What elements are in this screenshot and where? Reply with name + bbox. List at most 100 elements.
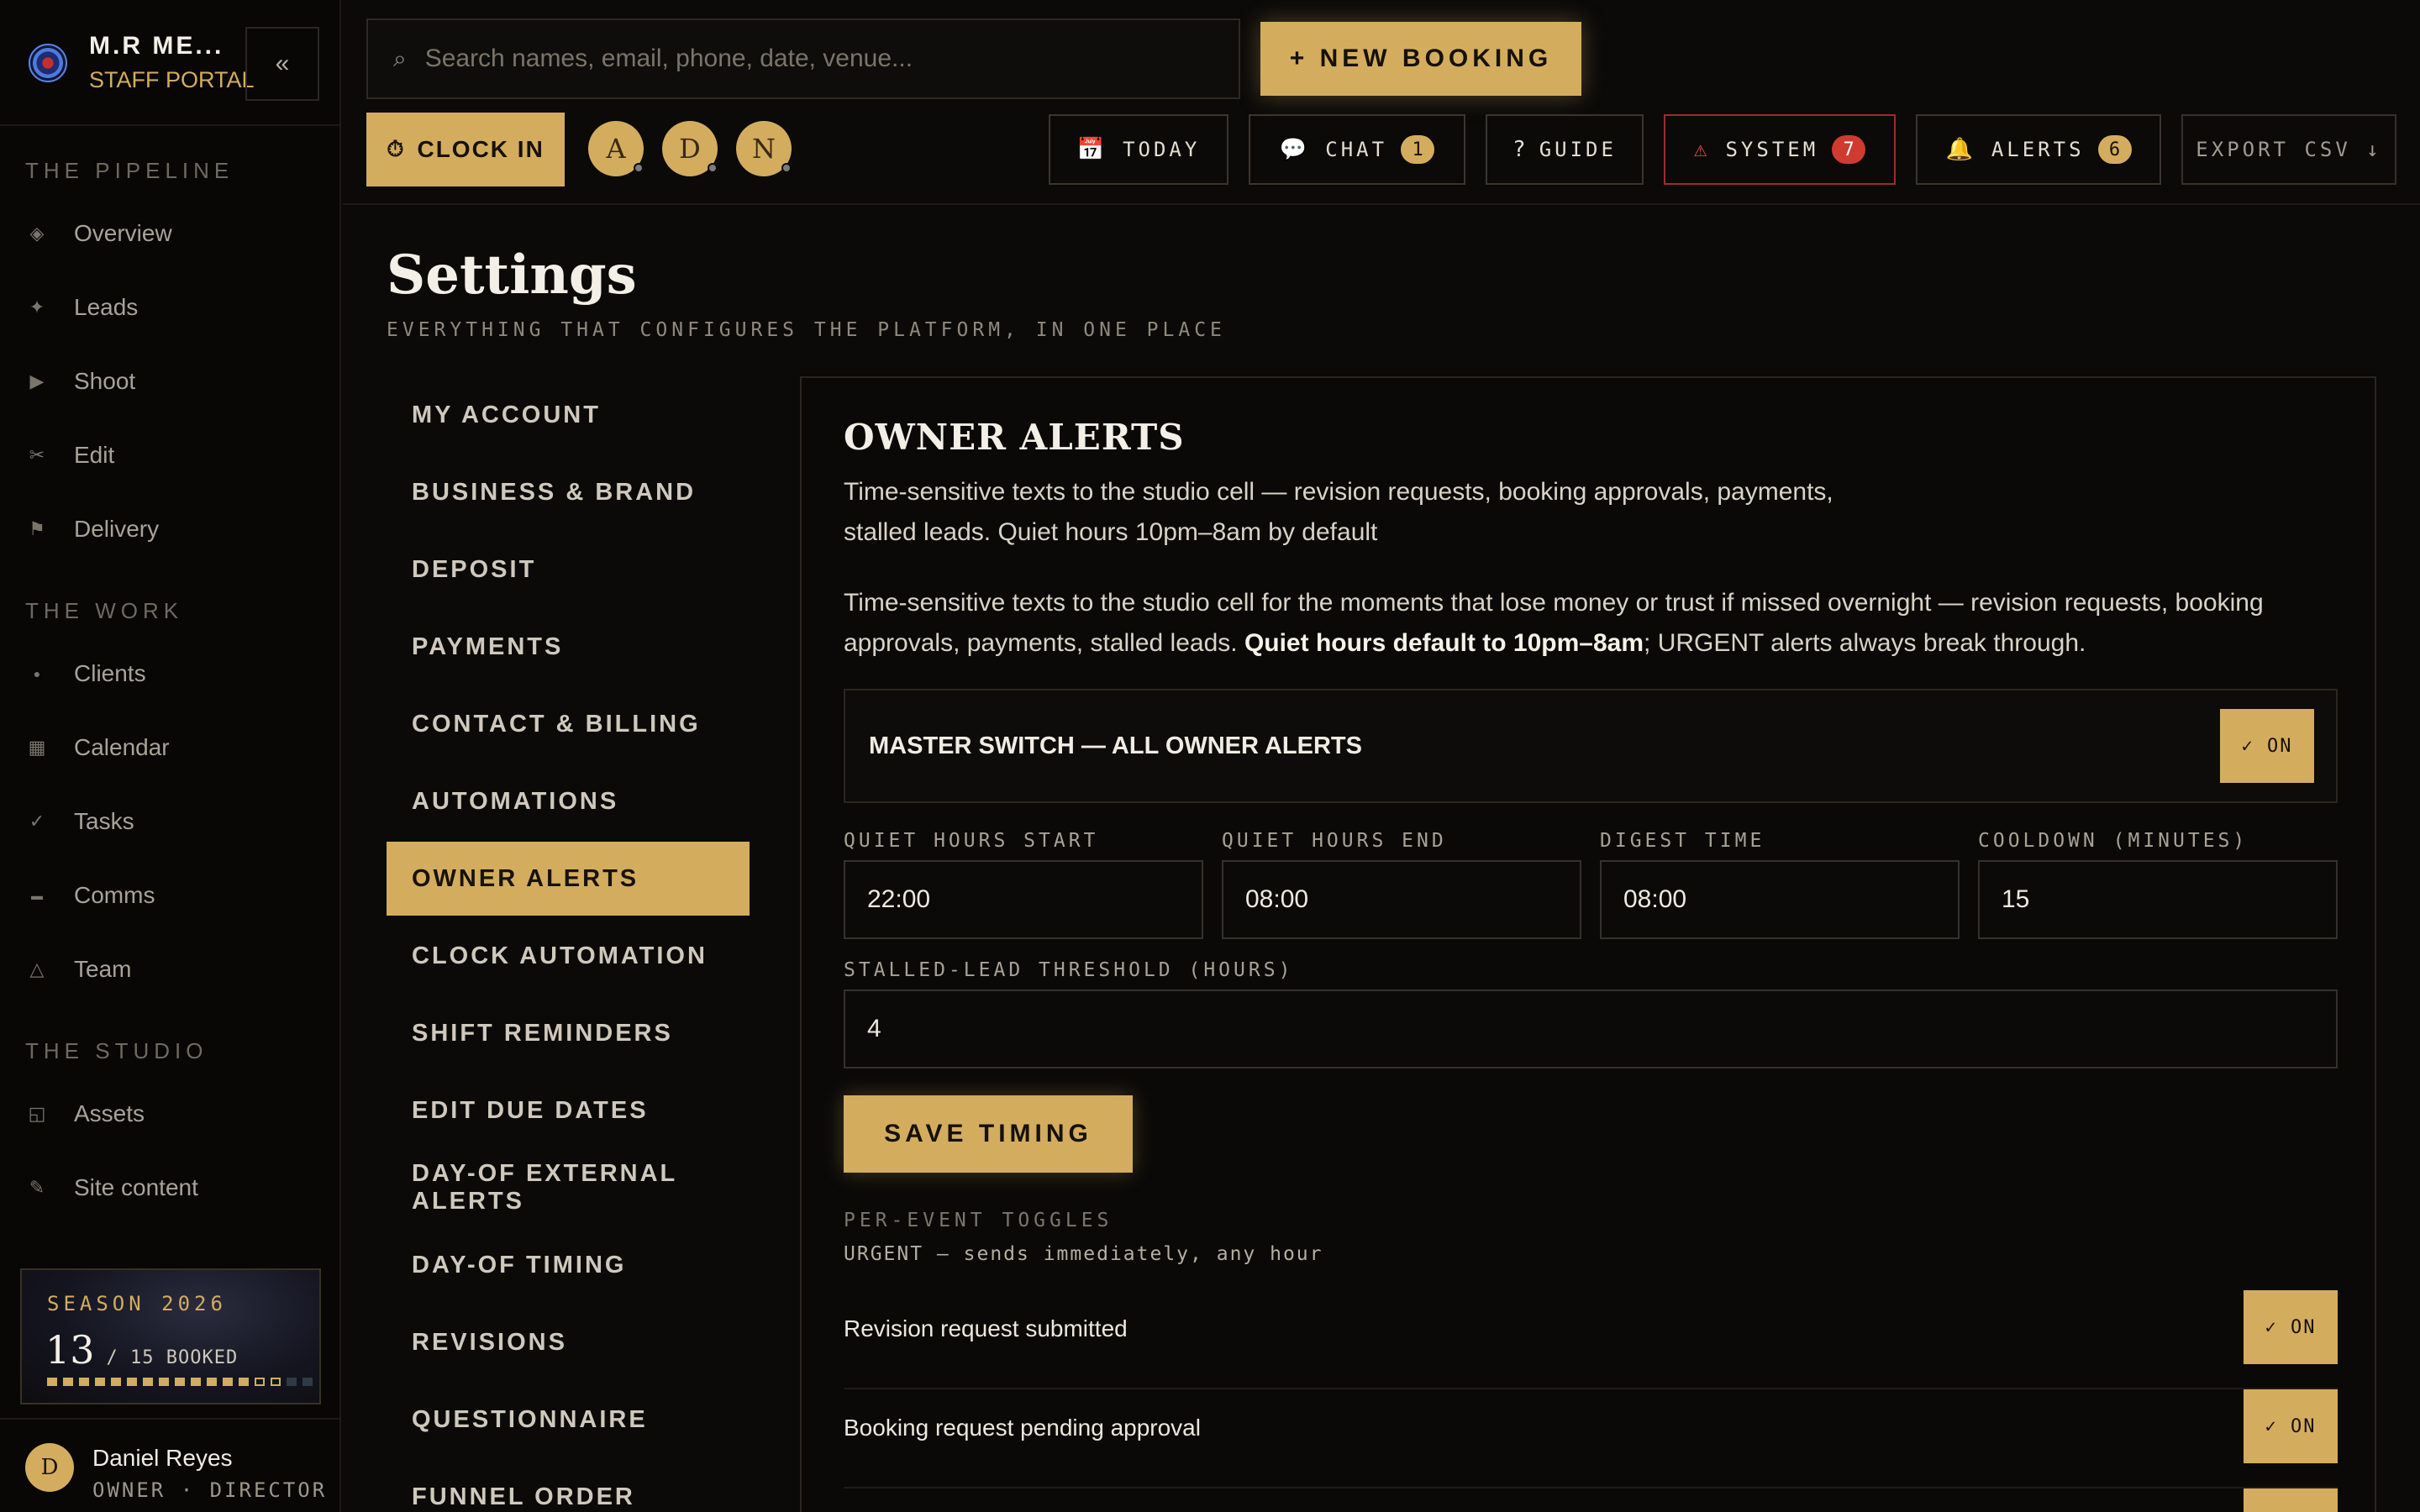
- settings-nav-item[interactable]: OWNER ALERTS: [387, 842, 750, 916]
- sidebar-item-label: Overview: [74, 220, 172, 246]
- diamond-icon: ◈: [29, 223, 45, 244]
- search-input[interactable]: [424, 45, 1181, 73]
- event-toggle[interactable]: [2244, 1488, 2338, 1512]
- alerts-button[interactable]: 🔔 ALERTS 6: [1916, 114, 2161, 185]
- settings-nav-item[interactable]: MY ACCOUNT: [387, 378, 750, 452]
- settings-nav-item[interactable]: DEPOSIT: [387, 533, 750, 606]
- settings-nav-item[interactable]: DAY-OF EXTERNAL ALERTS: [387, 1151, 750, 1225]
- settings-nav-item[interactable]: EDIT DUE DATES: [387, 1074, 750, 1147]
- team-avatar[interactable]: D: [662, 121, 718, 176]
- panel-title: OWNER ALERTS: [844, 417, 1185, 458]
- presence-dot: [708, 163, 718, 173]
- team-avatar[interactable]: N: [736, 121, 792, 176]
- system-button[interactable]: ⚠ SYSTEM 7: [1664, 114, 1896, 185]
- sidebar-item-delivery[interactable]: ⚑ Delivery: [25, 508, 159, 550]
- settings-nav-item[interactable]: PAYMENTS: [387, 610, 750, 684]
- new-booking-button[interactable]: + NEW BOOKING: [1260, 22, 1581, 96]
- sidebar-item-comms[interactable]: ▬ Comms: [25, 874, 155, 916]
- presence-dot: [634, 163, 644, 173]
- sidebar-item-tasks[interactable]: ✓ Tasks: [25, 801, 134, 843]
- event-toggle[interactable]: ✓ ON: [2244, 1290, 2338, 1364]
- season-progress-dot: [239, 1378, 249, 1386]
- team-avatar-initial: N: [752, 133, 776, 165]
- quiet-hours-note: Quiet hours default to 10pm–8am: [1244, 629, 1644, 657]
- season-progress-dot: [63, 1378, 73, 1386]
- sidebar-item-site-content[interactable]: ✎ Site content: [25, 1167, 198, 1209]
- event-toggle-row: Booking request pending approval ✓ ON: [844, 1389, 2338, 1488]
- save-timing-button[interactable]: SAVE TIMING: [844, 1095, 1133, 1173]
- event-toggle-row: Revision request submitted ✓ ON: [844, 1290, 2338, 1389]
- settings-nav-item[interactable]: DAY-OF TIMING: [387, 1228, 750, 1302]
- today-label: TODAY: [1123, 138, 1201, 161]
- stalled-lead-threshold-input[interactable]: [844, 990, 2338, 1068]
- sidebar-item-overview[interactable]: ◈ Overview: [25, 213, 172, 255]
- sidebar-item-label: Comms: [74, 882, 155, 908]
- season-progress-dot: [79, 1378, 89, 1386]
- digest-time-input[interactable]: [1600, 860, 1960, 939]
- quiet-hours-end-input[interactable]: [1222, 860, 1581, 939]
- season-progress-dot: [95, 1378, 105, 1386]
- export-csv-button[interactable]: EXPORT CSV ↓: [2181, 114, 2396, 185]
- calendar-grid-icon: ▦: [28, 737, 46, 758]
- collapse-sidebar-button[interactable]: «: [245, 27, 319, 101]
- today-button[interactable]: 📅 TODAY: [1049, 114, 1228, 185]
- sidebar: M.R ME... STAFF PORTAL « THE PIPELINE ◈ O…: [0, 0, 341, 1512]
- event-toggle-row: [844, 1488, 2338, 1512]
- guide-button[interactable]: ? GUIDE: [1486, 114, 1644, 185]
- sidebar-item-label: Calendar: [74, 734, 170, 760]
- quiet-hours-start-input[interactable]: [844, 860, 1203, 939]
- season-progress-dot: [127, 1378, 137, 1386]
- user-role: OWNER · DIRECTOR: [92, 1478, 328, 1502]
- team-avatar[interactable]: A: [588, 121, 644, 176]
- settings-nav-item[interactable]: SHIFT REMINDERS: [387, 996, 750, 1070]
- season-progress-dot: [191, 1378, 201, 1386]
- settings-nav-item[interactable]: BUSINESS & BRAND: [387, 455, 750, 529]
- flag-icon: ⚑: [29, 518, 45, 539]
- brand-logo: [29, 44, 67, 82]
- current-user[interactable]: D Daniel Reyes OWNER · DIRECTOR: [0, 1418, 339, 1512]
- sidebar-item-shoot[interactable]: ▶ Shoot: [25, 360, 136, 402]
- settings-nav-item[interactable]: CLOCK AUTOMATION: [387, 919, 750, 993]
- urgent-group-label: URGENT — sends immediately, any hour: [844, 1243, 1323, 1265]
- digest-time-label: DIGEST TIME: [1600, 830, 1765, 852]
- sidebar-item-calendar[interactable]: ▦ Calendar: [25, 727, 170, 769]
- settings-nav-item[interactable]: CONTACT & BILLING: [387, 687, 750, 761]
- settings-nav-item[interactable]: REVISIONS: [387, 1305, 750, 1379]
- sparkle-icon: ✦: [29, 297, 45, 318]
- sidebar-item-label: Edit: [74, 442, 115, 468]
- sidebar-item-label: Assets: [74, 1100, 145, 1126]
- chat-label: CHAT: [1325, 138, 1388, 161]
- sidebar-item-assets[interactable]: ◱ Assets: [25, 1093, 145, 1135]
- chat-button[interactable]: 💬 CHAT 1: [1249, 114, 1465, 185]
- sidebar-item-leads[interactable]: ✦ Leads: [25, 286, 139, 328]
- sidebar-item-edit[interactable]: ✂ Edit: [25, 434, 114, 476]
- avatar: D: [25, 1443, 74, 1492]
- season-progress-dot: [255, 1378, 265, 1386]
- settings-nav-item[interactable]: QUESTIONNAIRE: [387, 1383, 750, 1457]
- season-progress-dot: [159, 1378, 169, 1386]
- sidebar-item-label: Site content: [74, 1174, 198, 1200]
- system-count-badge: 7: [1832, 135, 1866, 164]
- question-icon: ?: [1512, 137, 1529, 162]
- stopwatch-icon: ⏱: [387, 136, 406, 161]
- nav-section-title: THE WORK: [25, 598, 184, 623]
- season-progress-dots: [47, 1378, 318, 1386]
- cooldown-input[interactable]: [1978, 860, 2338, 939]
- brand-name: M.R ME...: [89, 32, 224, 60]
- check-icon: ✓: [29, 811, 45, 832]
- settings-nav-item[interactable]: AUTOMATIONS: [387, 764, 750, 838]
- nav-section-title: THE STUDIO: [25, 1038, 208, 1063]
- sidebar-item-clients[interactable]: ● Clients: [25, 653, 146, 695]
- bell-icon: 🔔: [1945, 137, 1976, 162]
- sidebar-item-team[interactable]: △ Team: [25, 948, 132, 990]
- search-box[interactable]: ⌕: [366, 18, 1240, 99]
- event-toggle[interactable]: ✓ ON: [2244, 1389, 2338, 1463]
- clock-in-button[interactable]: ⏱ CLOCK IN: [366, 113, 565, 186]
- settings-nav-item[interactable]: FUNNEL ORDER: [387, 1460, 750, 1512]
- master-switch-toggle[interactable]: ✓ ON: [2220, 709, 2314, 783]
- master-switch-label: MASTER SWITCH — ALL OWNER ALERTS: [869, 732, 1362, 759]
- team-avatar-initial: A: [606, 133, 626, 165]
- calendar-icon: 📅: [1076, 137, 1108, 162]
- image-frame-icon: ◱: [28, 1103, 46, 1124]
- season-progress-card[interactable]: SEASON 2026 13 / 15 BOOKED: [20, 1268, 321, 1404]
